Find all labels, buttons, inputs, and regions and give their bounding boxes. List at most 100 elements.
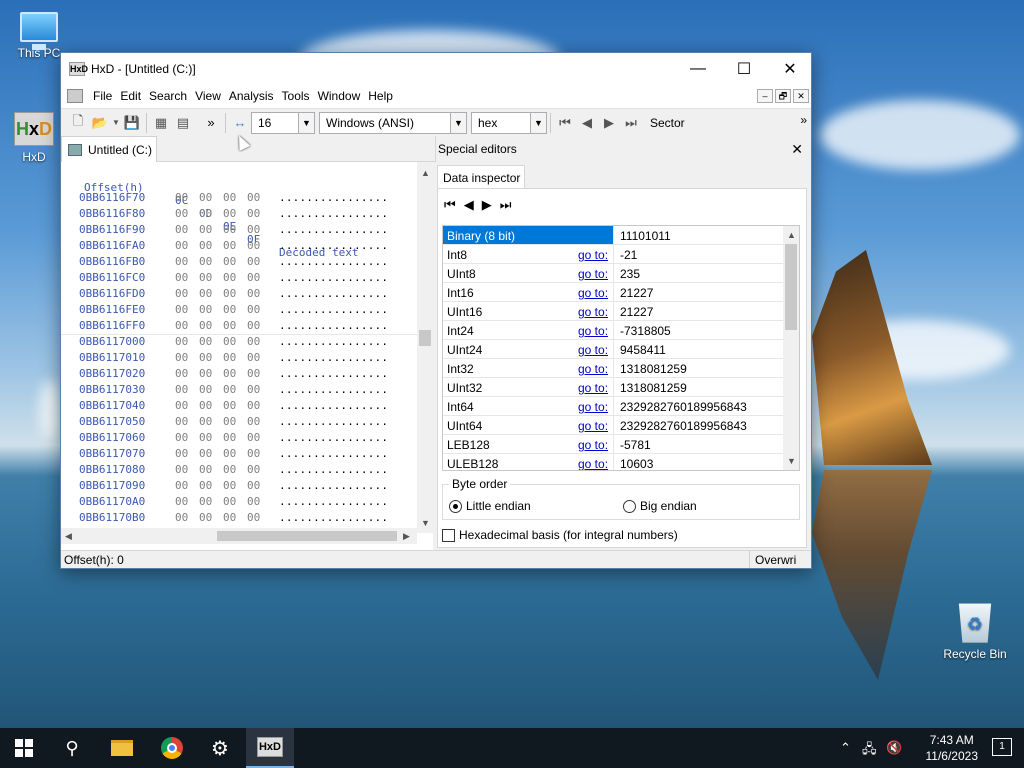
tab-untitled[interactable]: Untitled (C:) <box>61 136 157 162</box>
open-dropdown-icon[interactable]: ▼ <box>111 112 121 134</box>
decoded-text[interactable]: ................ <box>279 302 388 318</box>
hex-byte[interactable]: 00 <box>247 350 260 366</box>
save-icon[interactable]: 💾 <box>121 112 143 134</box>
menu-edit[interactable]: Edit <box>116 89 145 103</box>
decoded-text[interactable]: ................ <box>279 206 388 222</box>
inspector-value[interactable]: 1318081259 <box>613 359 784 377</box>
hex-byte[interactable]: 00 <box>199 318 212 334</box>
hex-row[interactable]: 0BB6117080 00 00 00 00................ <box>61 462 417 478</box>
desktop-icon-recycle-bin[interactable]: ♻ Recycle Bin <box>940 603 1010 661</box>
inspector-value[interactable]: -7318805 <box>613 321 784 339</box>
hex-row[interactable]: 0BB6117060 00 00 00 00................ <box>61 430 417 446</box>
hex-byte[interactable]: 00 <box>199 190 212 206</box>
decoded-text[interactable]: ................ <box>279 286 388 302</box>
hex-byte[interactable]: 00 <box>199 382 212 398</box>
hex-byte[interactable]: 00 <box>175 414 188 430</box>
hex-row[interactable]: 0BB6117070 00 00 00 00................ <box>61 446 417 462</box>
mdi-minimize-button[interactable]: – <box>757 89 773 103</box>
hex-byte[interactable]: 00 <box>247 510 260 526</box>
menu-search[interactable]: Search <box>145 89 191 103</box>
hex-byte[interactable]: 00 <box>223 366 236 382</box>
hex-row[interactable]: 0BB6116FC0 00 00 00 00................ <box>61 270 417 286</box>
hex-byte[interactable]: 00 <box>223 222 236 238</box>
scroll-right-icon[interactable]: ▶ <box>403 531 410 542</box>
hex-row[interactable]: 0BB6117090 00 00 00 00................ <box>61 478 417 494</box>
hex-byte[interactable]: 00 <box>223 430 236 446</box>
minimize-button[interactable]: — <box>675 53 721 84</box>
hxd-taskbar-button[interactable]: HxD <box>246 728 294 768</box>
hex-byte[interactable]: 00 <box>199 462 212 478</box>
decoded-text[interactable]: ................ <box>279 382 388 398</box>
charset-select[interactable]: Windows (ANSI) ▼ <box>319 111 467 134</box>
hex-byte[interactable]: 00 <box>175 510 188 526</box>
menu-file[interactable]: File <box>89 89 116 103</box>
open-folder-icon[interactable]: 📂 <box>89 112 111 134</box>
hex-row[interactable]: 0BB6116F90 00 00 00 00................ <box>61 222 417 238</box>
hex-byte[interactable]: 00 <box>175 446 188 462</box>
hex-byte[interactable]: 00 <box>247 382 260 398</box>
hex-byte[interactable]: 00 <box>175 430 188 446</box>
decoded-text[interactable]: ................ <box>279 430 388 446</box>
hex-byte[interactable]: 00 <box>175 206 188 222</box>
first-icon[interactable]: ⏮ <box>444 197 456 213</box>
hex-byte[interactable]: 00 <box>247 334 260 350</box>
hex-byte[interactable]: 00 <box>223 350 236 366</box>
inspector-value[interactable]: 2329282760189956843 <box>613 397 784 415</box>
inspector-row[interactable]: Int24 go to: -7318805 <box>443 321 784 340</box>
inspector-value[interactable]: 21227 <box>613 283 784 301</box>
inspector-row[interactable]: Int8 go to: -21 <box>443 245 784 264</box>
hex-byte[interactable]: 00 <box>199 510 212 526</box>
hex-byte[interactable]: 00 <box>223 270 236 286</box>
inspector-row[interactable]: Int64 go to: 2329282760189956843 <box>443 397 784 416</box>
scroll-down-icon[interactable]: ▼ <box>787 456 796 466</box>
inspector-value[interactable]: 21227 <box>613 302 784 320</box>
scroll-left-icon[interactable]: ◀ <box>65 531 72 542</box>
search-button[interactable]: ⚲ <box>48 728 96 768</box>
scroll-up-icon[interactable]: ▲ <box>421 168 430 178</box>
hex-row[interactable]: 0BB6117050 00 00 00 00................ <box>61 414 417 430</box>
hex-byte[interactable]: 00 <box>175 270 188 286</box>
document-system-icon[interactable] <box>67 89 83 103</box>
decoded-text[interactable]: ................ <box>279 494 388 510</box>
hex-byte[interactable]: 00 <box>175 254 188 270</box>
hex-byte[interactable]: 00 <box>175 318 188 334</box>
new-file-icon[interactable]: 🗋 <box>67 112 89 134</box>
hex-byte[interactable]: 00 <box>199 334 212 350</box>
inspector-value[interactable]: 9458411 <box>613 340 784 358</box>
hex-row[interactable]: 0BB6117040 00 00 00 00................ <box>61 398 417 414</box>
hex-horizontal-scrollbar[interactable]: ◀ ▶ <box>61 528 417 544</box>
decoded-text[interactable]: ................ <box>279 510 388 526</box>
hex-view[interactable]: Offset(h) 0C 0D 0E 0F Decoded text 0BB61… <box>61 162 433 550</box>
hex-byte[interactable]: 00 <box>223 318 236 334</box>
decoded-text[interactable]: ................ <box>279 366 388 382</box>
clock[interactable]: 7:43 AM 11/6/2023 <box>926 732 979 764</box>
hex-byte[interactable]: 00 <box>199 446 212 462</box>
decoded-text[interactable]: ................ <box>279 462 388 478</box>
hex-byte[interactable]: 00 <box>199 238 212 254</box>
inspector-row[interactable]: Int32 go to: 1318081259 <box>443 359 784 378</box>
goto-link[interactable]: go to: <box>578 457 608 470</box>
hex-byte[interactable]: 00 <box>223 446 236 462</box>
decoded-text[interactable]: ................ <box>279 398 388 414</box>
menu-window[interactable]: Window <box>314 89 365 103</box>
menu-tools[interactable]: Tools <box>278 89 314 103</box>
inspector-row[interactable]: Int16 go to: 21227 <box>443 283 784 302</box>
hex-row[interactable]: 0BB6117000 00 00 00 00................ <box>61 334 417 350</box>
hex-byte[interactable]: 00 <box>199 430 212 446</box>
next-icon[interactable]: ▶ <box>482 197 492 213</box>
goto-link[interactable]: go to: <box>578 267 608 281</box>
hex-byte[interactable]: 00 <box>175 286 188 302</box>
previous-icon[interactable]: ◀ <box>464 197 474 213</box>
first-sector-icon[interactable]: ⏮ <box>554 112 576 134</box>
settings-button[interactable]: ⚙ <box>196 728 244 768</box>
big-endian-radio[interactable]: Big endian <box>623 499 697 513</box>
hex-row[interactable]: 0BB6117010 00 00 00 00................ <box>61 350 417 366</box>
inspector-row[interactable]: UInt32 go to: 1318081259 <box>443 378 784 397</box>
hex-byte[interactable]: 00 <box>247 254 260 270</box>
decoded-text[interactable]: ................ <box>279 190 388 206</box>
menu-analysis[interactable]: Analysis <box>225 89 278 103</box>
decoded-text[interactable]: ................ <box>279 414 388 430</box>
previous-sector-icon[interactable]: ◀ <box>576 112 598 134</box>
hex-byte[interactable]: 00 <box>199 366 212 382</box>
goto-link[interactable]: go to: <box>578 343 608 357</box>
